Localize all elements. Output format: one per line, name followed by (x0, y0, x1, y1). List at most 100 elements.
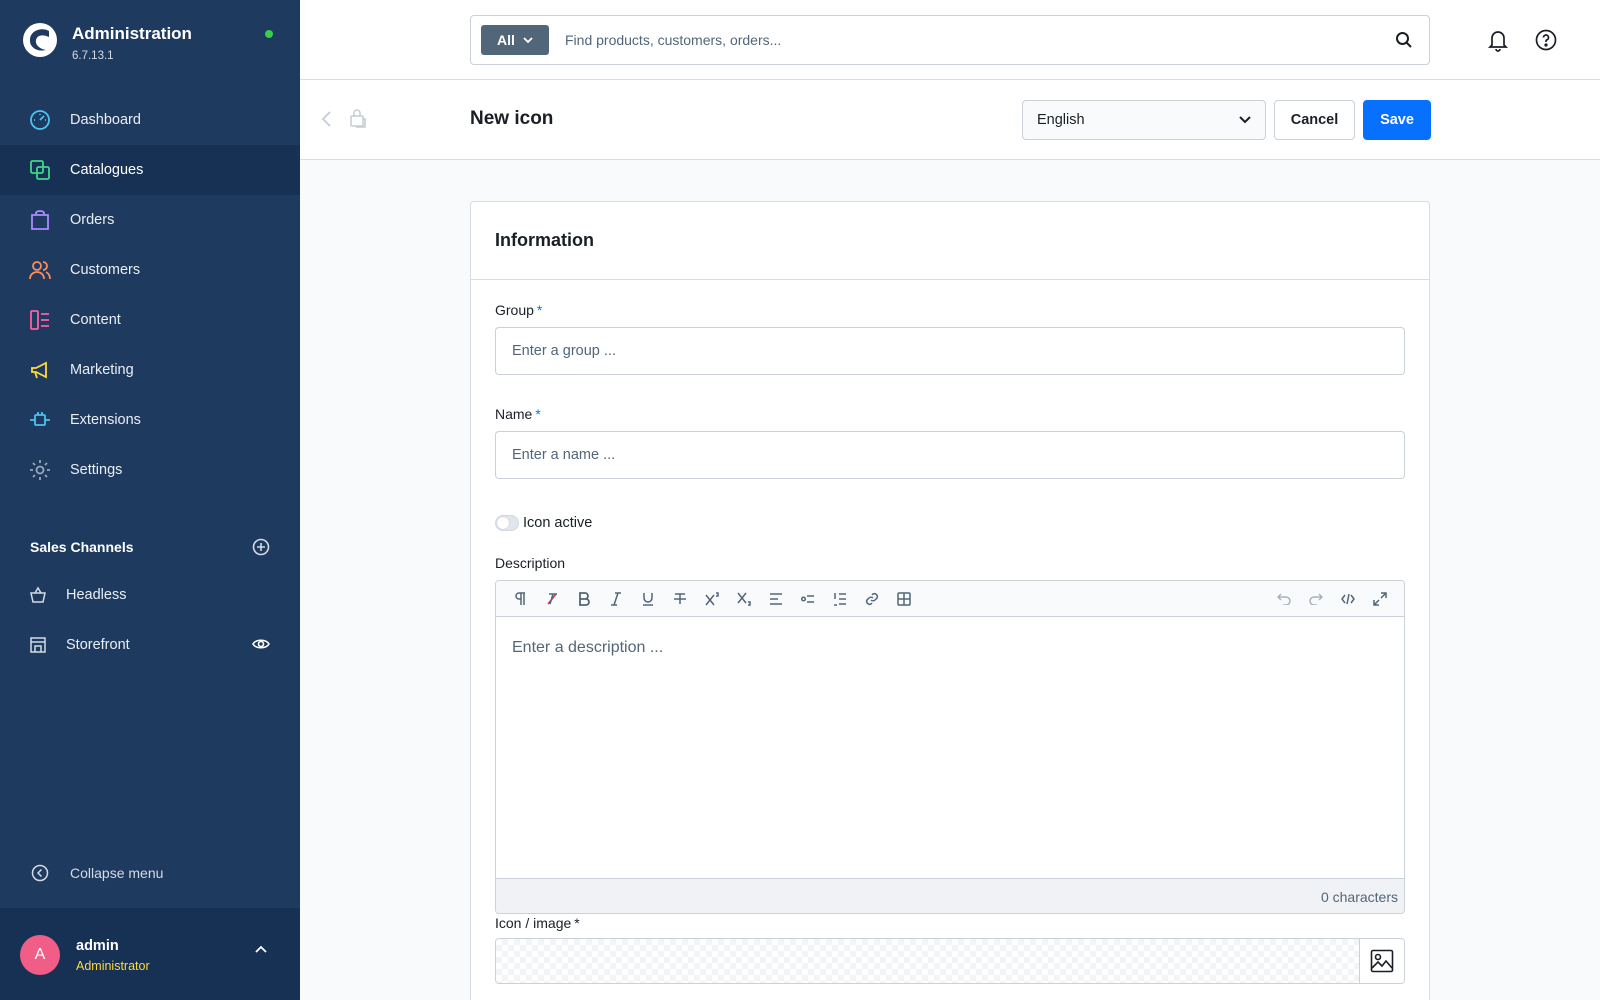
sales-channel-label: Storefront (66, 637, 130, 653)
card-title: Information (471, 202, 1429, 280)
nav-label: Customers (70, 262, 141, 278)
storefront-icon (28, 635, 48, 655)
undo-icon[interactable] (1268, 585, 1300, 613)
table-icon[interactable] (888, 585, 920, 613)
chevron-left-circle-icon (28, 864, 52, 882)
align-left-icon[interactable] (760, 585, 792, 613)
icon-active-label: Icon active (523, 515, 593, 531)
collapse-menu-button[interactable]: Collapse menu (28, 864, 163, 882)
bell-icon[interactable] (1486, 28, 1510, 52)
collapse-menu-label: Collapse menu (70, 865, 164, 881)
nav-item-customers[interactable]: Customers (0, 245, 300, 295)
user-menu[interactable]: A admin Administrator (0, 908, 300, 1000)
nav-item-catalogues[interactable]: Catalogues (0, 145, 300, 195)
global-search: All (470, 15, 1430, 65)
subscript-icon[interactable] (728, 585, 760, 613)
nav-item-settings[interactable]: Settings (0, 445, 300, 495)
italic-icon[interactable] (600, 585, 632, 613)
nav-item-extensions[interactable]: Extensions (0, 395, 300, 445)
lock-copy-icon (350, 109, 366, 128)
image-preview[interactable] (496, 939, 1359, 983)
save-button[interactable]: Save (1363, 100, 1431, 140)
eye-icon[interactable] (252, 637, 270, 651)
search-icon[interactable] (1379, 31, 1429, 49)
icon-active-switch[interactable] (495, 515, 519, 531)
required-mark: * (574, 915, 580, 931)
content-icon (28, 308, 52, 332)
nav-label: Marketing (70, 362, 134, 378)
editor-toolbar (496, 581, 1404, 617)
sales-channel-label: Headless (66, 587, 127, 603)
search-input[interactable] (565, 32, 1379, 48)
image-upload-button[interactable] (1359, 939, 1404, 983)
top-bar: All (300, 0, 1600, 80)
users-icon (28, 258, 52, 282)
sales-channel-list: Headless Storefront (0, 570, 300, 670)
paragraph-icon[interactable] (504, 585, 536, 613)
main-nav: Dashboard Catalogues Orders Customers Co… (0, 95, 300, 495)
description-label: Description (495, 555, 566, 571)
image-label: Icon / image * (495, 915, 580, 931)
avatar: A (20, 935, 60, 975)
nav-item-dashboard[interactable]: Dashboard (0, 95, 300, 145)
search-type-select[interactable]: All (481, 25, 549, 55)
strikethrough-icon[interactable] (664, 585, 696, 613)
sales-channel-headless[interactable]: Headless (0, 570, 300, 620)
plug-icon (28, 408, 52, 432)
sales-channels-title: Sales Channels (30, 539, 134, 555)
name-label-text: Name (495, 406, 533, 422)
top-bar-actions (1486, 28, 1558, 52)
description-editor: Enter a description ... 0 characters (495, 580, 1405, 914)
app-title: Administration (72, 24, 192, 43)
name-label: Name * (495, 406, 541, 422)
nav-label: Content (70, 312, 121, 328)
sales-channels-header: Sales Channels (30, 538, 270, 556)
page-title: New icon (470, 108, 554, 129)
products-icon (28, 158, 52, 182)
chevron-up-icon[interactable] (254, 944, 268, 954)
chevron-left-icon[interactable] (320, 110, 332, 128)
icon-image-upload (495, 938, 1405, 984)
smart-bar: New icon English Cancel Save (300, 80, 1600, 160)
group-input[interactable] (495, 327, 1405, 375)
description-textarea[interactable]: Enter a description ... (496, 617, 1404, 878)
superscript-icon[interactable] (696, 585, 728, 613)
cancel-button[interactable]: Cancel (1274, 100, 1355, 140)
user-name: admin (76, 938, 119, 954)
nav-label: Extensions (70, 412, 141, 428)
link-icon[interactable] (856, 585, 888, 613)
group-label: Group * (495, 302, 542, 318)
search-type-label: All (497, 32, 515, 48)
character-count: 0 characters (496, 878, 1404, 913)
nav-label: Dashboard (70, 112, 141, 128)
nav-item-marketing[interactable]: Marketing (0, 345, 300, 395)
required-mark: * (536, 302, 543, 318)
required-mark: * (535, 406, 541, 422)
shopping-bag-icon (28, 208, 52, 232)
app-version: 6.7.13.1 (72, 50, 114, 62)
name-input[interactable] (495, 431, 1405, 479)
user-role: Administrator (76, 959, 150, 973)
language-select[interactable]: English (1022, 100, 1266, 140)
code-view-icon[interactable] (1332, 585, 1364, 613)
nav-item-content[interactable]: Content (0, 295, 300, 345)
basket-icon (28, 585, 48, 605)
help-icon[interactable] (1534, 28, 1558, 52)
nav-label: Settings (70, 462, 123, 478)
image-label-text: Icon / image (495, 915, 572, 931)
shopware-logo-icon (23, 23, 57, 57)
brand[interactable]: Administration 6.7.13.1 (22, 22, 192, 62)
editor-toolbar-right (1268, 585, 1396, 613)
numbered-list-icon[interactable] (824, 585, 856, 613)
language-value: English (1037, 112, 1085, 128)
gear-icon (28, 458, 52, 482)
nav-item-orders[interactable]: Orders (0, 195, 300, 245)
bold-icon[interactable] (568, 585, 600, 613)
add-sales-channel-icon[interactable] (252, 538, 270, 556)
remove-format-icon[interactable] (536, 585, 568, 613)
sales-channel-storefront[interactable]: Storefront (0, 620, 300, 670)
underline-icon[interactable] (632, 585, 664, 613)
bullet-list-icon[interactable] (792, 585, 824, 613)
fullscreen-icon[interactable] (1364, 585, 1396, 613)
redo-icon[interactable] (1300, 585, 1332, 613)
